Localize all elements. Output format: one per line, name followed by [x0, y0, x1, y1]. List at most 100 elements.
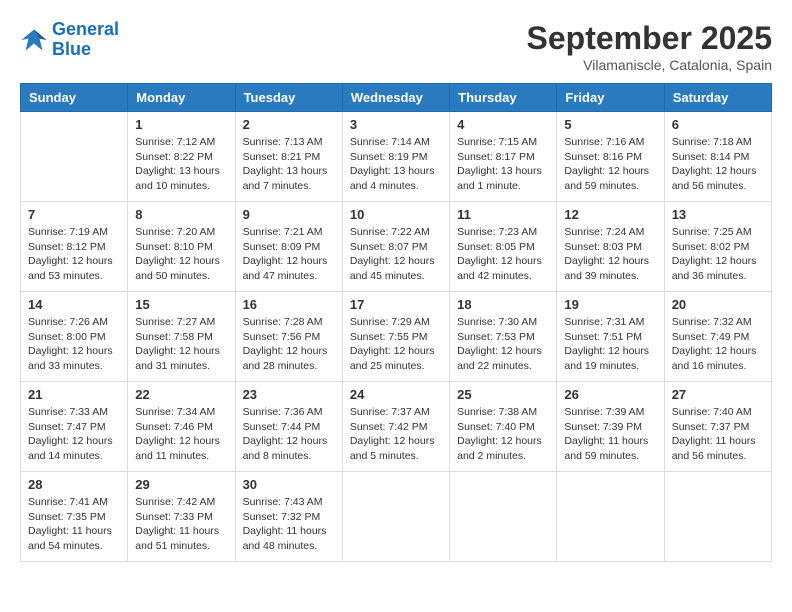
day-info: Sunrise: 7:43 AMSunset: 7:32 PMDaylight:…	[243, 495, 335, 554]
day-info: Sunrise: 7:22 AMSunset: 8:07 PMDaylight:…	[350, 225, 442, 284]
day-number: 4	[457, 117, 549, 132]
day-info: Sunrise: 7:31 AMSunset: 7:51 PMDaylight:…	[564, 315, 656, 374]
day-number: 3	[350, 117, 442, 132]
calendar-cell: 14 Sunrise: 7:26 AMSunset: 8:00 PMDayligh…	[21, 292, 128, 382]
calendar-cell: 30 Sunrise: 7:43 AMSunset: 7:32 PMDayligh…	[235, 472, 342, 562]
column-header-wednesday: Wednesday	[342, 84, 449, 112]
day-info: Sunrise: 7:19 AMSunset: 8:12 PMDaylight:…	[28, 225, 120, 284]
day-number: 10	[350, 207, 442, 222]
column-header-tuesday: Tuesday	[235, 84, 342, 112]
day-number: 2	[243, 117, 335, 132]
day-info: Sunrise: 7:33 AMSunset: 7:47 PMDaylight:…	[28, 405, 120, 464]
column-header-saturday: Saturday	[664, 84, 771, 112]
calendar-cell: 21 Sunrise: 7:33 AMSunset: 7:47 PMDayligh…	[21, 382, 128, 472]
day-number: 15	[135, 297, 227, 312]
calendar-cell: 16 Sunrise: 7:28 AMSunset: 7:56 PMDayligh…	[235, 292, 342, 382]
day-info: Sunrise: 7:20 AMSunset: 8:10 PMDaylight:…	[135, 225, 227, 284]
calendar-cell: 9Sunrise: 7:21 AMSunset: 8:09 PMDaylight…	[235, 202, 342, 292]
column-header-thursday: Thursday	[450, 84, 557, 112]
calendar-cell: 19 Sunrise: 7:31 AMSunset: 7:51 PMDayligh…	[557, 292, 664, 382]
calendar-cell: 3 Sunrise: 7:14 AMSunset: 8:19 PMDaylight…	[342, 112, 449, 202]
day-number: 13	[672, 207, 764, 222]
day-number: 26	[564, 387, 656, 402]
calendar-cell	[664, 472, 771, 562]
calendar-cell: 26 Sunrise: 7:39 AMSunset: 7:39 PMDayligh…	[557, 382, 664, 472]
day-number: 24	[350, 387, 442, 402]
day-info: Sunrise: 7:29 AMSunset: 7:55 PMDaylight:…	[350, 315, 442, 374]
day-info: Sunrise: 7:21 AMSunset: 8:09 PMDaylight:…	[243, 225, 335, 284]
calendar-cell: 11 Sunrise: 7:23 AMSunset: 8:05 PMDayligh…	[450, 202, 557, 292]
day-number: 5	[564, 117, 656, 132]
day-info: Sunrise: 7:32 AMSunset: 7:49 PMDaylight:…	[672, 315, 764, 374]
calendar-cell: 6 Sunrise: 7:18 AMSunset: 8:14 PMDaylight…	[664, 112, 771, 202]
day-info: Sunrise: 7:39 AMSunset: 7:39 PMDaylight:…	[564, 405, 656, 464]
calendar-cell: 20 Sunrise: 7:32 AMSunset: 7:49 PMDayligh…	[664, 292, 771, 382]
day-info: Sunrise: 7:13 AMSunset: 8:21 PMDaylight:…	[243, 135, 335, 194]
day-number: 6	[672, 117, 764, 132]
day-info: Sunrise: 7:14 AMSunset: 8:19 PMDaylight:…	[350, 135, 442, 194]
calendar-cell: 4 Sunrise: 7:15 AMSunset: 8:17 PMDaylight…	[450, 112, 557, 202]
day-info: Sunrise: 7:41 AMSunset: 7:35 PMDaylight:…	[28, 495, 120, 554]
calendar-cell: 13 Sunrise: 7:25 AMSunset: 8:02 PMDayligh…	[664, 202, 771, 292]
day-info: Sunrise: 7:23 AMSunset: 8:05 PMDaylight:…	[457, 225, 549, 284]
calendar-cell: 28 Sunrise: 7:41 AMSunset: 7:35 PMDayligh…	[21, 472, 128, 562]
day-info: Sunrise: 7:28 AMSunset: 7:56 PMDaylight:…	[243, 315, 335, 374]
day-info: Sunrise: 7:18 AMSunset: 8:14 PMDaylight:…	[672, 135, 764, 194]
calendar-cell: 23Sunrise: 7:36 AMSunset: 7:44 PMDayligh…	[235, 382, 342, 472]
calendar-cell	[557, 472, 664, 562]
calendar-cell: 17 Sunrise: 7:29 AMSunset: 7:55 PMDayligh…	[342, 292, 449, 382]
day-info: Sunrise: 7:12 AMSunset: 8:22 PMDaylight:…	[135, 135, 227, 194]
day-number: 17	[350, 297, 442, 312]
day-number: 28	[28, 477, 120, 492]
logo-text: GeneralBlue	[52, 20, 119, 60]
day-info: Sunrise: 7:16 AMSunset: 8:16 PMDaylight:…	[564, 135, 656, 194]
day-info: Sunrise: 7:42 AMSunset: 7:33 PMDaylight:…	[135, 495, 227, 554]
day-info: Sunrise: 7:15 AMSunset: 8:17 PMDaylight:…	[457, 135, 549, 194]
calendar-cell	[342, 472, 449, 562]
day-number: 18	[457, 297, 549, 312]
day-number: 23	[243, 387, 335, 402]
day-info: Sunrise: 7:38 AMSunset: 7:40 PMDaylight:…	[457, 405, 549, 464]
day-number: 14	[28, 297, 120, 312]
title-block: September 2025 Vilamaniscle, Catalonia, …	[527, 20, 772, 73]
column-header-sunday: Sunday	[21, 84, 128, 112]
week-row-5: 28 Sunrise: 7:41 AMSunset: 7:35 PMDayligh…	[21, 472, 772, 562]
calendar-cell: 29 Sunrise: 7:42 AMSunset: 7:33 PMDayligh…	[128, 472, 235, 562]
calendar-cell: 1 Sunrise: 7:12 AMSunset: 8:22 PMDaylight…	[128, 112, 235, 202]
column-header-friday: Friday	[557, 84, 664, 112]
page-header: GeneralBlue September 2025 Vilamaniscle,…	[20, 20, 772, 73]
day-number: 20	[672, 297, 764, 312]
calendar-cell: 27Sunrise: 7:40 AMSunset: 7:37 PMDayligh…	[664, 382, 771, 472]
day-number: 21	[28, 387, 120, 402]
calendar-cell: 12Sunrise: 7:24 AMSunset: 8:03 PMDayligh…	[557, 202, 664, 292]
calendar-cell: 24 Sunrise: 7:37 AMSunset: 7:42 PMDayligh…	[342, 382, 449, 472]
week-row-3: 14 Sunrise: 7:26 AMSunset: 8:00 PMDayligh…	[21, 292, 772, 382]
calendar-table: SundayMondayTuesdayWednesdayThursdayFrid…	[20, 83, 772, 562]
day-info: Sunrise: 7:25 AMSunset: 8:02 PMDaylight:…	[672, 225, 764, 284]
calendar-cell: 10 Sunrise: 7:22 AMSunset: 8:07 PMDayligh…	[342, 202, 449, 292]
calendar-cell: 8Sunrise: 7:20 AMSunset: 8:10 PMDaylight…	[128, 202, 235, 292]
day-info: Sunrise: 7:34 AMSunset: 7:46 PMDaylight:…	[135, 405, 227, 464]
calendar-cell	[21, 112, 128, 202]
day-info: Sunrise: 7:37 AMSunset: 7:42 PMDaylight:…	[350, 405, 442, 464]
page-title: September 2025	[527, 20, 772, 57]
day-info: Sunrise: 7:30 AMSunset: 7:53 PMDaylight:…	[457, 315, 549, 374]
calendar-cell: 2 Sunrise: 7:13 AMSunset: 8:21 PMDaylight…	[235, 112, 342, 202]
day-number: 22	[135, 387, 227, 402]
calendar-cell: 5 Sunrise: 7:16 AMSunset: 8:16 PMDaylight…	[557, 112, 664, 202]
day-number: 12	[564, 207, 656, 222]
calendar-cell: 25Sunrise: 7:38 AMSunset: 7:40 PMDayligh…	[450, 382, 557, 472]
day-number: 29	[135, 477, 227, 492]
day-number: 11	[457, 207, 549, 222]
day-number: 19	[564, 297, 656, 312]
day-number: 16	[243, 297, 335, 312]
day-number: 1	[135, 117, 227, 132]
day-number: 30	[243, 477, 335, 492]
calendar-cell	[450, 472, 557, 562]
logo: GeneralBlue	[20, 20, 119, 60]
day-info: Sunrise: 7:27 AMSunset: 7:58 PMDaylight:…	[135, 315, 227, 374]
page-subtitle: Vilamaniscle, Catalonia, Spain	[527, 57, 772, 73]
week-row-2: 7Sunrise: 7:19 AMSunset: 8:12 PMDaylight…	[21, 202, 772, 292]
logo-icon	[20, 26, 48, 54]
day-info: Sunrise: 7:26 AMSunset: 8:00 PMDaylight:…	[28, 315, 120, 374]
